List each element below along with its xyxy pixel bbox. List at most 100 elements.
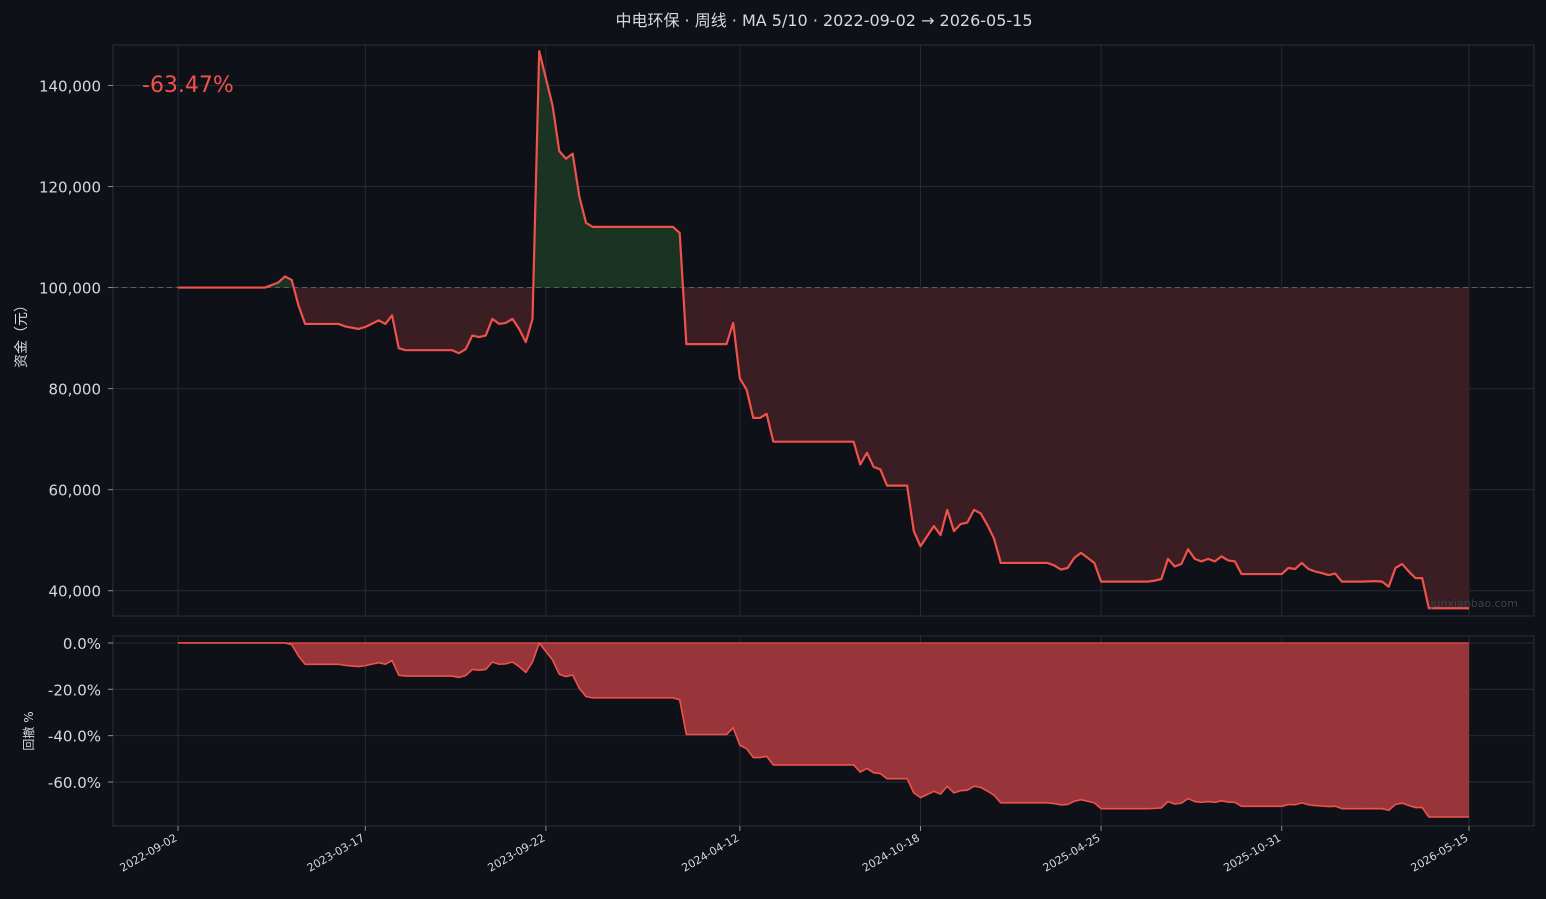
drawdown-y-tick-label: 0.0% [63, 635, 101, 653]
return-label: -63.47% [142, 73, 234, 98]
loss-area [960, 287, 968, 525]
loss-area [953, 287, 961, 532]
loss-area [1161, 287, 1169, 580]
drawdown-area [178, 642, 1469, 818]
loss-area [866, 287, 874, 468]
equity-y-ticks: 40,000 60,000 80,000 100,000 120,000 140,000 [39, 77, 113, 601]
loss-area [505, 287, 513, 324]
loss-area [1100, 287, 1122, 582]
loss-area [752, 287, 761, 419]
gain-area [592, 226, 627, 288]
loss-area [1361, 287, 1376, 582]
x-ticks: 2022-09-02 2023-03-17 2023-09-22 2024-04-12… [118, 826, 1471, 875]
loss-area [1227, 287, 1236, 562]
loss-area [1395, 287, 1403, 569]
loss-area [1221, 287, 1229, 561]
loss-area [1053, 287, 1062, 571]
loss-area [833, 287, 854, 442]
loss-area [806, 287, 834, 442]
loss-area [920, 287, 928, 548]
loss-area [1187, 287, 1196, 560]
loss-area [398, 287, 406, 351]
loss-area [1167, 287, 1175, 568]
loss-area [1408, 287, 1416, 579]
loss-area [706, 287, 727, 345]
loss-area [940, 287, 948, 536]
watermark: junxianbao.com [1429, 597, 1518, 610]
chart-title: 中电环保 · 周线 · MA 5/10 · 2022-09-02 → 2026-… [615, 11, 1032, 30]
loss-area [1388, 287, 1396, 587]
loss-area [472, 287, 480, 338]
loss-area [926, 287, 935, 538]
loss-area [739, 287, 747, 391]
loss-area [1087, 287, 1095, 564]
drawdown-y-tick-label: -20.0% [48, 681, 101, 699]
gain-area [659, 226, 674, 288]
drawdown-y-axis-label: 回撤 % [21, 711, 36, 750]
equity-y-tick-label: 140,000 [39, 77, 101, 95]
equity-y-tick-label: 80,000 [49, 381, 102, 399]
loss-area [378, 287, 386, 325]
loss-area [1080, 287, 1089, 559]
x-tick-label: 2025-10-31 [1221, 831, 1283, 874]
loss-area [1381, 287, 1390, 588]
x-tick-label: 2026-05-15 [1409, 831, 1471, 874]
drawdown-y-tick-label: -40.0% [48, 728, 101, 746]
loss-area [1294, 287, 1303, 570]
x-tick-label: 2025-04-25 [1041, 831, 1103, 874]
gain-area [538, 50, 553, 288]
loss-area [993, 287, 1002, 564]
loss-area [1415, 287, 1423, 579]
loss-area [1314, 287, 1323, 574]
loss-area [1067, 287, 1075, 569]
loss-area [1308, 287, 1316, 572]
drawdown-y-ticks: 0.0% -20.0% -40.0% -60.0% [48, 635, 113, 792]
loss-area [967, 287, 975, 523]
loss-area [458, 287, 466, 354]
loss-area [1288, 287, 1296, 570]
loss-area [1201, 287, 1209, 562]
loss-area [759, 287, 767, 419]
loss-area [686, 287, 707, 345]
loss-area [1281, 287, 1289, 575]
loss-area [1060, 287, 1068, 570]
loss-area [478, 287, 486, 338]
loss-area [1301, 287, 1309, 570]
loss-area [1401, 287, 1410, 573]
loss-area [338, 287, 346, 327]
loss-area [980, 287, 988, 527]
loss-area [304, 287, 326, 325]
gain-area [625, 226, 660, 288]
loss-area [946, 287, 955, 532]
loss-area [886, 287, 908, 486]
loss-area [1181, 287, 1189, 565]
loss-area [1421, 287, 1430, 609]
loss-area [1194, 287, 1202, 562]
loss-area [1154, 287, 1162, 582]
loss-area [1120, 287, 1149, 582]
loss-area [431, 287, 453, 351]
equity-y-tick-label: 120,000 [39, 178, 101, 196]
x-tick-label: 2023-03-17 [305, 831, 367, 874]
x-tick-label: 2023-09-22 [486, 831, 548, 874]
loss-area [913, 287, 921, 547]
equity-y-axis-label: 资金（元） [14, 298, 30, 368]
loss-area [933, 287, 941, 537]
backtest-chart: 中电环保 · 周线 · MA 5/10 · 2022-09-02 → 2026-… [0, 0, 1546, 895]
drawdown-fills [178, 642, 1469, 818]
gain-area [585, 222, 594, 288]
loss-area [1047, 287, 1055, 566]
loss-area [1375, 287, 1383, 582]
loss-area [451, 287, 460, 354]
loss-area [1234, 287, 1242, 575]
loss-area [1074, 287, 1082, 559]
loss-area [358, 287, 366, 330]
loss-area [405, 287, 433, 351]
loss-area [987, 287, 995, 539]
drawdown-y-tick-label: -60.0% [48, 774, 101, 792]
loss-area [1147, 287, 1155, 582]
loss-area [773, 287, 808, 442]
loss-area [1207, 287, 1216, 562]
gain-area [672, 226, 680, 288]
loss-area [853, 287, 861, 465]
